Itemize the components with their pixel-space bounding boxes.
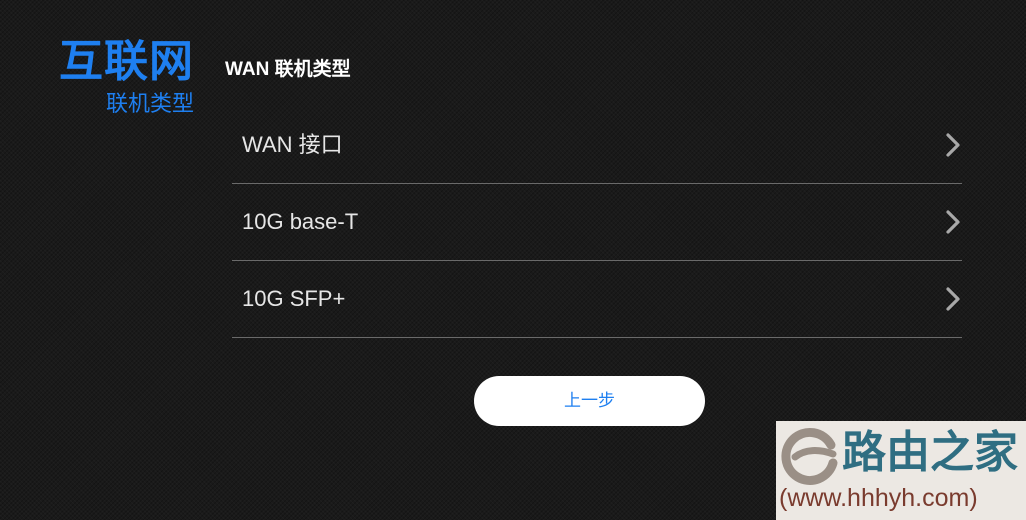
- option-10g-base-t[interactable]: 10G base-T: [232, 184, 962, 261]
- e-swoosh-logo-icon: [781, 428, 838, 485]
- option-wan-port[interactable]: WAN 接口: [232, 107, 962, 184]
- option-label: 10G base-T: [242, 209, 359, 234]
- back-button[interactable]: 上一步: [474, 376, 705, 426]
- brand-header: 互联网 联机类型: [0, 36, 194, 118]
- watermark: 路由之家 (www.hhhyh.com): [776, 421, 1026, 520]
- wan-type-option-list: WAN 接口 10G base-T 10G SFP+: [232, 107, 962, 338]
- chevron-right-icon: [946, 287, 960, 311]
- option-label: 10G SFP+: [242, 286, 346, 311]
- chevron-right-icon: [946, 210, 960, 234]
- page-title: 互联网: [59, 37, 194, 86]
- watermark-url: (www.hhhyh.com): [779, 484, 978, 512]
- watermark-title: 路由之家: [842, 428, 1018, 477]
- chevron-right-icon: [946, 133, 960, 157]
- page-subtitle: 联机类型: [105, 91, 194, 116]
- section-title: WAN 联机类型: [225, 59, 351, 80]
- option-label: WAN 接口: [242, 132, 343, 157]
- option-10g-sfp-plus[interactable]: 10G SFP+: [232, 261, 962, 338]
